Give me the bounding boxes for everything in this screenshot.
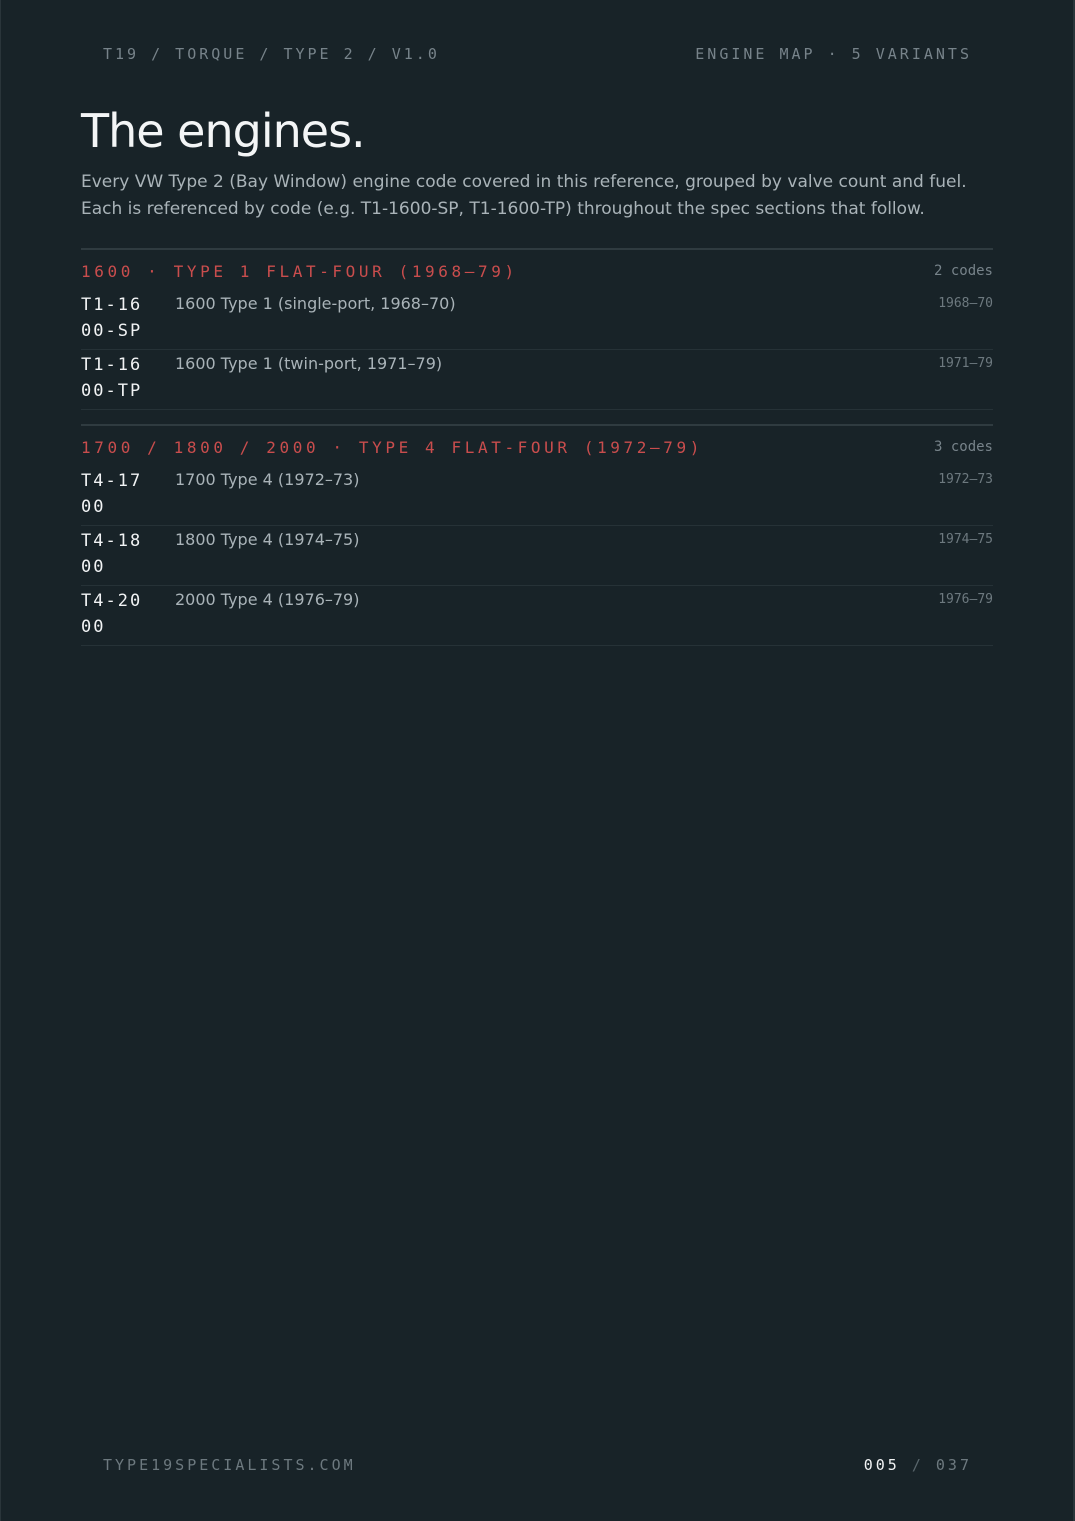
page-left-edge	[0, 0, 1, 1521]
breadcrumb: T19 / TORQUE / TYPE 2 / V1.0	[103, 45, 440, 63]
group-count: 2 codes	[933, 263, 993, 279]
engine-code: T1-1600-TP	[81, 355, 143, 401]
engine-description: 1600 Type 1 (single-port, 1968–70)	[175, 294, 456, 313]
engine-years: 1968–70	[938, 296, 993, 311]
page-title: The engines.	[81, 104, 366, 158]
intro-paragraph: Every VW Type 2 (Bay Window) engine code…	[81, 172, 967, 219]
group-count: 3 codes	[933, 439, 993, 455]
section-label: ENGINE MAP · 5 VARIANTS	[695, 45, 972, 63]
group-header: 1600 · TYPE 1 FLAT-FOUR (1968–79) 2 code…	[81, 250, 993, 290]
engine-row: T4-1700 1700 Type 4 (1972–73) 1972–73	[81, 466, 993, 526]
engine-years: 1976–79	[938, 592, 993, 607]
engine-description: 1800 Type 4 (1974–75)	[175, 530, 360, 549]
current-page: 005	[863, 1456, 900, 1474]
engine-code: T4-1700	[81, 471, 143, 517]
page-number: 005 / 037	[864, 1456, 972, 1474]
engine-group-type4: 1700 / 1800 / 2000 · TYPE 4 FLAT-FOUR (1…	[81, 424, 993, 646]
engine-group-type1: 1600 · TYPE 1 FLAT-FOUR (1968–79) 2 code…	[81, 248, 993, 410]
engine-code: T1-1600-SP	[81, 295, 143, 341]
site-name: TYPE19SPECIALISTS.COM	[103, 1456, 356, 1474]
page-footer: TYPE19SPECIALISTS.COM 005 / 037	[103, 1456, 972, 1474]
group-title: 1600 · TYPE 1 FLAT-FOUR (1968–79)	[81, 261, 518, 281]
page-header: T19 / TORQUE / TYPE 2 / V1.0 ENGINE MAP …	[103, 45, 972, 63]
engine-description: 1600 Type 1 (twin-port, 1971–79)	[175, 354, 443, 373]
engine-years: 1972–73	[938, 472, 993, 487]
engine-code: T4-1800	[81, 531, 143, 577]
engine-row: T1-1600-TP 1600 Type 1 (twin-port, 1971–…	[81, 350, 993, 410]
group-title: 1700 / 1800 / 2000 · TYPE 4 FLAT-FOUR (1…	[81, 437, 703, 457]
engine-code: T4-2000	[81, 591, 143, 637]
group-header: 1700 / 1800 / 2000 · TYPE 4 FLAT-FOUR (1…	[81, 426, 993, 466]
engine-years: 1971–79	[938, 356, 993, 371]
engine-groups: 1600 · TYPE 1 FLAT-FOUR (1968–79) 2 code…	[81, 248, 993, 660]
total-pages: 037	[935, 1456, 972, 1474]
engine-row: T4-1800 1800 Type 4 (1974–75) 1974–75	[81, 526, 993, 586]
engine-description: 2000 Type 4 (1976–79)	[175, 590, 360, 609]
page-separator: /	[911, 1456, 924, 1474]
engine-description: 1700 Type 4 (1972–73)	[175, 470, 360, 489]
engine-row: T4-2000 2000 Type 4 (1976–79) 1976–79	[81, 586, 993, 646]
engine-years: 1974–75	[938, 532, 993, 547]
engine-row: T1-1600-SP 1600 Type 1 (single-port, 196…	[81, 290, 993, 350]
